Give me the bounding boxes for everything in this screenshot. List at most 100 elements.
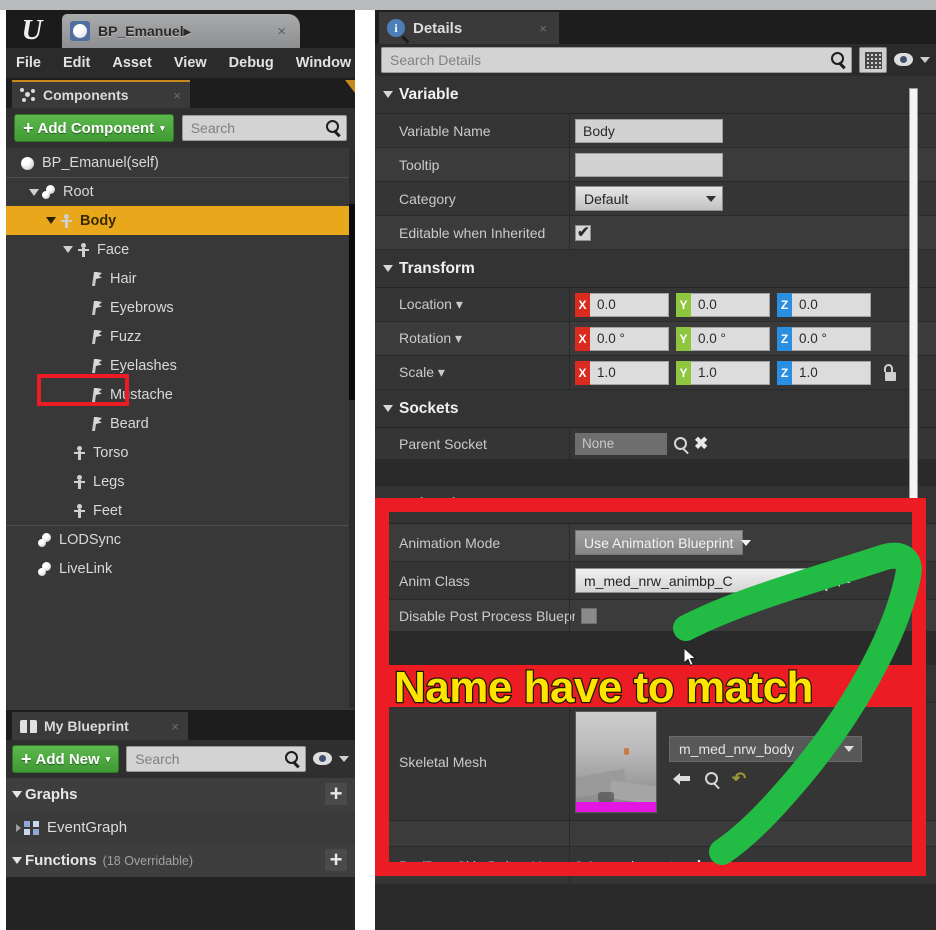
visibility-eye-icon[interactable] [894, 53, 913, 67]
parent-socket-value[interactable]: None [575, 432, 667, 455]
location-y[interactable]: Y 0.0 [676, 292, 770, 317]
delete-icon[interactable] [717, 857, 731, 874]
category-dropdown[interactable]: Default [575, 186, 723, 211]
clear-icon[interactable]: ✖ [694, 435, 708, 452]
close-icon[interactable]: × [539, 21, 547, 36]
visibility-eye-icon[interactable] [313, 752, 332, 766]
expander-icon[interactable] [29, 188, 39, 196]
location-x[interactable]: X 0.0 [575, 292, 669, 317]
lock-icon[interactable] [882, 363, 898, 382]
reset-icon[interactable]: ↶ [732, 770, 746, 787]
row-label[interactable]: Scale ▾ [375, 364, 569, 381]
add-new-button[interactable]: + Add New ▾ [12, 745, 120, 773]
scale-z-input[interactable]: 1.0 [792, 360, 871, 385]
tree-item-feet[interactable]: Feet [6, 496, 355, 525]
tree-item-root[interactable]: Root [6, 177, 355, 206]
tree-item-eyebrows[interactable]: Eyebrows [6, 293, 355, 322]
tree-item-beard[interactable]: Beard [6, 409, 355, 438]
row-label[interactable]: Rotation ▾ [375, 330, 569, 347]
tab-components[interactable]: Components × [12, 80, 190, 108]
location-z-input[interactable]: 0.0 [792, 292, 871, 317]
details-scrollbar[interactable] [909, 88, 918, 508]
tree-item-torso[interactable]: Torso [6, 438, 355, 467]
tree-item-face[interactable]: Face [6, 235, 355, 264]
components-search-input[interactable]: Search [181, 115, 347, 141]
components-tree-scrollbar[interactable] [349, 148, 355, 708]
expander-icon[interactable] [46, 217, 56, 224]
menu-item-file[interactable]: File [16, 55, 41, 71]
scale-x-input[interactable]: 1.0 [590, 360, 669, 385]
menu-item-window[interactable]: Window [296, 55, 351, 71]
location-y-input[interactable]: 0.0 [691, 292, 770, 317]
search-icon[interactable] [674, 437, 687, 450]
chevron-down-icon[interactable] [920, 57, 930, 63]
tree-item-lodsync[interactable]: LODSync [6, 525, 355, 554]
rotation-x[interactable]: X 0.0 ° [575, 326, 669, 351]
tree-item-hair[interactable]: Hair [6, 264, 355, 293]
add-component-button[interactable]: + Add Component ▾ [14, 114, 174, 142]
menu-item-debug[interactable]: Debug [229, 55, 274, 71]
scale-y[interactable]: Y 1.0 [676, 360, 770, 385]
variable-name-input[interactable]: Body [575, 118, 723, 143]
category-animation[interactable]: Animation [375, 486, 936, 524]
add-element-button[interactable]: + [693, 856, 705, 876]
tree-item-bp-emanuel-self[interactable]: BP_Emanuel(self) [6, 148, 355, 177]
category-variable[interactable]: Variable [375, 76, 936, 114]
disable-post-process-checkbox[interactable] [581, 607, 597, 624]
animation-mode-dropdown[interactable]: Use Animation Blueprint [575, 530, 752, 555]
anim-class-dropdown[interactable]: m_med_nrw_animbp_C [575, 568, 806, 593]
components-tree[interactable]: BP_Emanuel(self) Root Body Face Hair Eyebrows… [6, 148, 355, 710]
menu-item-view[interactable]: View [174, 55, 207, 71]
menu-item-edit[interactable]: Edit [63, 55, 90, 71]
tree-item-livelink[interactable]: LiveLink [6, 554, 355, 583]
rotation-x-input[interactable]: 0.0 ° [590, 326, 669, 351]
add-function-button[interactable]: + [325, 849, 347, 871]
section-graphs[interactable]: Graphs + [6, 778, 355, 811]
grid-view-button[interactable] [859, 47, 887, 73]
tab-details[interactable]: i Details × [379, 12, 559, 44]
rotation-y-input[interactable]: 0.0 ° [691, 326, 770, 351]
close-icon[interactable]: × [277, 23, 286, 40]
use-selected-arrow-icon[interactable] [673, 771, 691, 787]
expander-icon [12, 857, 22, 864]
use-selected-arrow-icon[interactable] [833, 573, 851, 589]
rotation-z[interactable]: Z 0.0 ° [777, 326, 871, 351]
editable-when-inherited-checkbox[interactable] [575, 223, 591, 241]
skeletal-mesh-icon [59, 213, 74, 229]
close-icon[interactable]: × [173, 88, 181, 103]
chevron-down-icon[interactable] [339, 756, 349, 762]
section-functions[interactable]: Functions (18 Overridable) + [6, 844, 355, 877]
browse-icon[interactable] [813, 574, 826, 587]
tree-item-label: Torso [93, 444, 129, 461]
expander-icon[interactable] [63, 246, 73, 253]
rotation-z-input[interactable]: 0.0 ° [792, 326, 871, 351]
tab-my-blueprint[interactable]: My Blueprint × [12, 712, 188, 740]
tree-item-fuzz[interactable]: Fuzz [6, 322, 355, 351]
tree-item-legs[interactable]: Legs [6, 467, 355, 496]
location-x-input[interactable]: 0.0 [590, 292, 669, 317]
tooltip-input[interactable] [575, 152, 723, 177]
scale-x[interactable]: X 1.0 [575, 360, 669, 385]
row-label[interactable]: Location ▾ [375, 296, 569, 313]
tree-item-label: Fuzz [110, 328, 142, 345]
details-search-input[interactable]: Search Details [381, 47, 852, 73]
location-z[interactable]: Z 0.0 [777, 292, 871, 317]
my-blueprint-search-input[interactable]: Search [126, 746, 306, 772]
browse-icon[interactable] [705, 772, 718, 785]
add-graph-button[interactable]: + [325, 783, 347, 805]
category-transform[interactable]: Transform [375, 250, 936, 288]
close-icon[interactable]: × [171, 719, 179, 734]
skeletal-mesh-dropdown[interactable]: m_med_nrw_body [669, 736, 862, 762]
tree-item-eyelashes[interactable]: Eyelashes [6, 351, 355, 380]
scale-z[interactable]: Z 1.0 [777, 360, 871, 385]
tree-item-body[interactable]: Body [6, 206, 355, 235]
list-item-eventgraph[interactable]: EventGraph [6, 811, 355, 844]
category-sockets[interactable]: Sockets [375, 390, 936, 428]
skeletal-mesh-thumbnail[interactable] [575, 710, 657, 813]
tree-item-mustache[interactable]: Mustache [6, 380, 355, 409]
scale-y-input[interactable]: 1.0 [691, 360, 770, 385]
rotation-y[interactable]: Y 0.0 ° [676, 326, 770, 351]
category-mesh[interactable]: Mesh [375, 665, 936, 703]
asset-tab-bp-emanuel[interactable]: BP_Emanuel▸ × [62, 14, 300, 48]
menu-item-asset[interactable]: Asset [112, 55, 152, 71]
